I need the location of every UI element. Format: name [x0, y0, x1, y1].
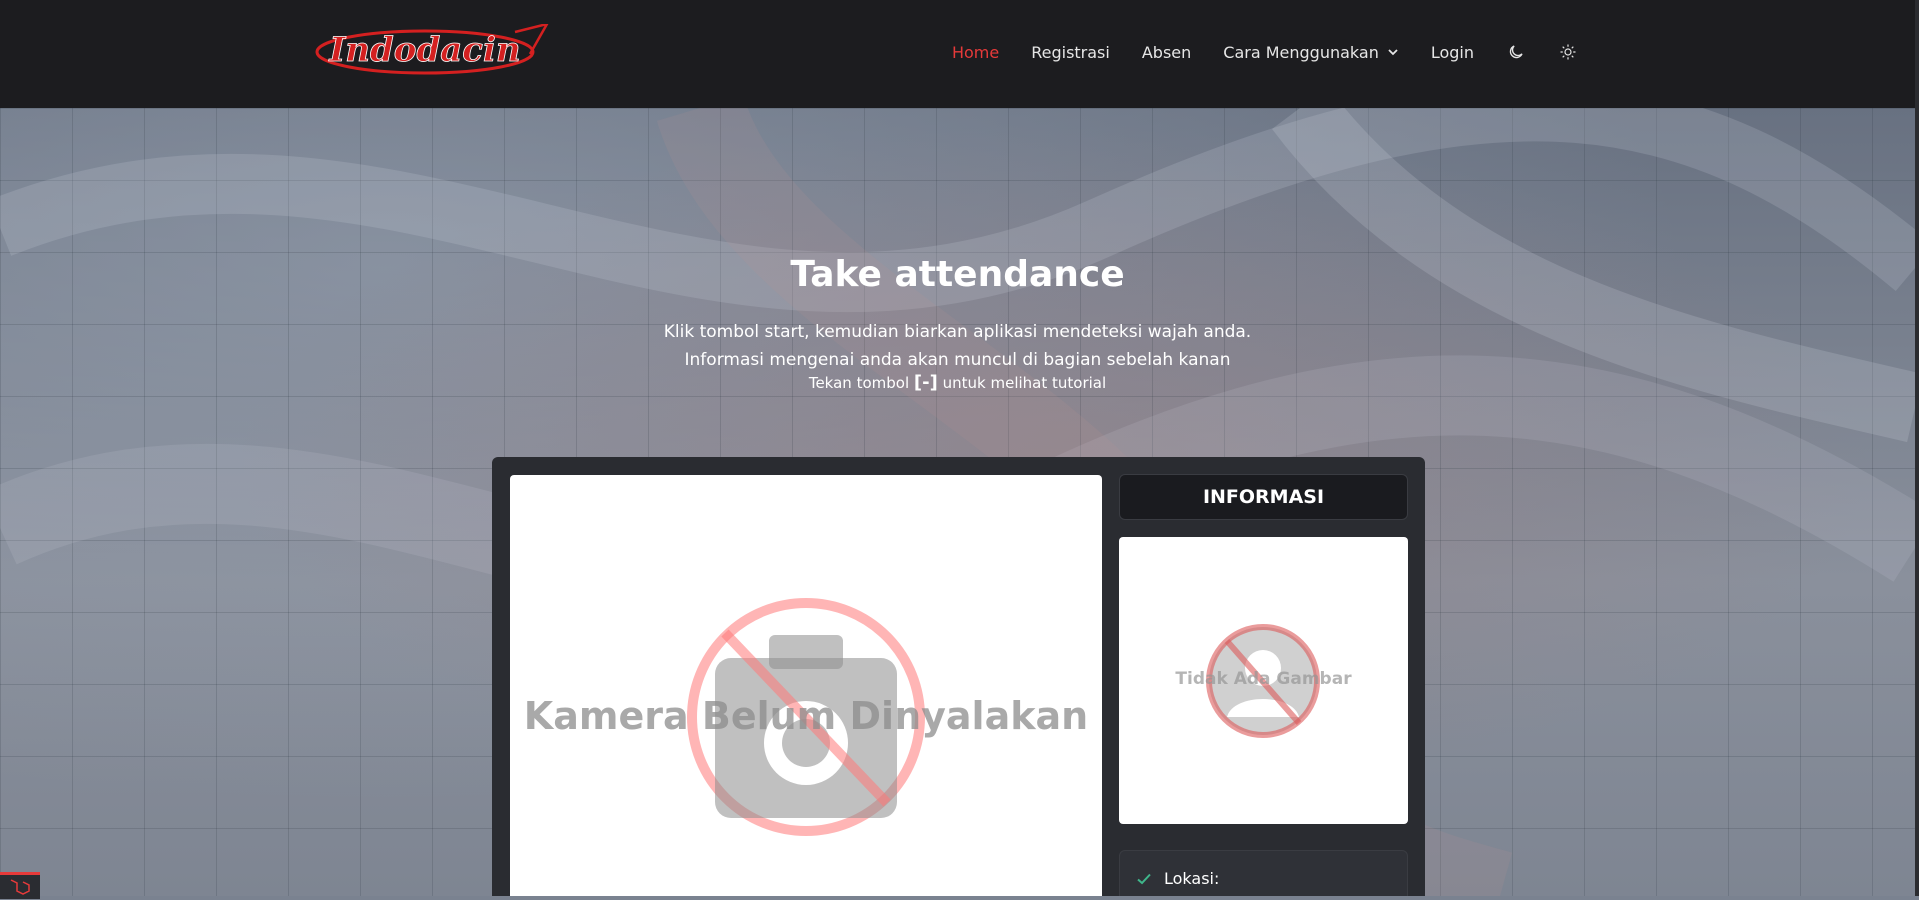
nav-cara-menggunakan[interactable]: Cara Menggunakan	[1223, 43, 1399, 62]
location-card: Lokasi:	[1119, 850, 1408, 896]
svg-text:Indodacin: Indodacin	[328, 30, 520, 70]
laravel-icon	[10, 879, 30, 895]
camera-preview: Kamera Belum Dinyalakan	[510, 475, 1102, 896]
nav-absen[interactable]: Absen	[1142, 43, 1191, 62]
check-icon	[1137, 873, 1151, 884]
camera-placeholder-text: Kamera Belum Dinyalakan	[523, 694, 1089, 738]
page-scrollbar[interactable]	[1915, 0, 1919, 896]
instruction-line-1: Klik tombol start, kemudian biarkan apli…	[663, 322, 1252, 342]
location-label: Lokasi:	[1164, 869, 1220, 888]
moon-icon[interactable]	[1506, 42, 1526, 62]
tutorial-hint: Tekan tombol [-] untuk melihat tutorial	[0, 372, 1915, 393]
hint-suffix: untuk melihat tutorial	[942, 374, 1107, 392]
instruction-line-2: Informasi mengenai anda akan muncul di b…	[684, 350, 1231, 370]
page-title: Take attendance	[790, 254, 1125, 295]
indodacin-logo[interactable]: Indodacin	[315, 24, 550, 80]
location-row: Lokasi:	[1136, 869, 1219, 888]
photo-placeholder-text: Tidak Ada Gambar	[1175, 669, 1352, 689]
top-navbar: Indodacin Home Registrasi Absen Cara Men…	[0, 0, 1915, 109]
main-nav: Home Registrasi Absen Cara Menggunakan L…	[952, 0, 1578, 104]
photo-preview: Tidak Ada Gambar	[1119, 537, 1408, 824]
nav-login[interactable]: Login	[1431, 43, 1474, 62]
info-header: INFORMASI	[1119, 474, 1408, 520]
nav-registrasi[interactable]: Registrasi	[1031, 43, 1110, 62]
attendance-panel: Kamera Belum Dinyalakan INFORMASI Tidak …	[492, 457, 1425, 896]
hint-prefix: Tekan tombol	[808, 374, 910, 392]
sun-icon[interactable]	[1558, 42, 1578, 62]
chevron-down-icon	[1388, 49, 1398, 56]
hero-section: Take attendance Klik tombol start, kemud…	[0, 108, 1915, 896]
tutorial-key: [-]	[913, 372, 938, 393]
nav-home[interactable]: Home	[952, 43, 999, 62]
debug-badge[interactable]	[0, 872, 40, 899]
instructions: Klik tombol start, kemudian biarkan apli…	[0, 318, 1915, 374]
